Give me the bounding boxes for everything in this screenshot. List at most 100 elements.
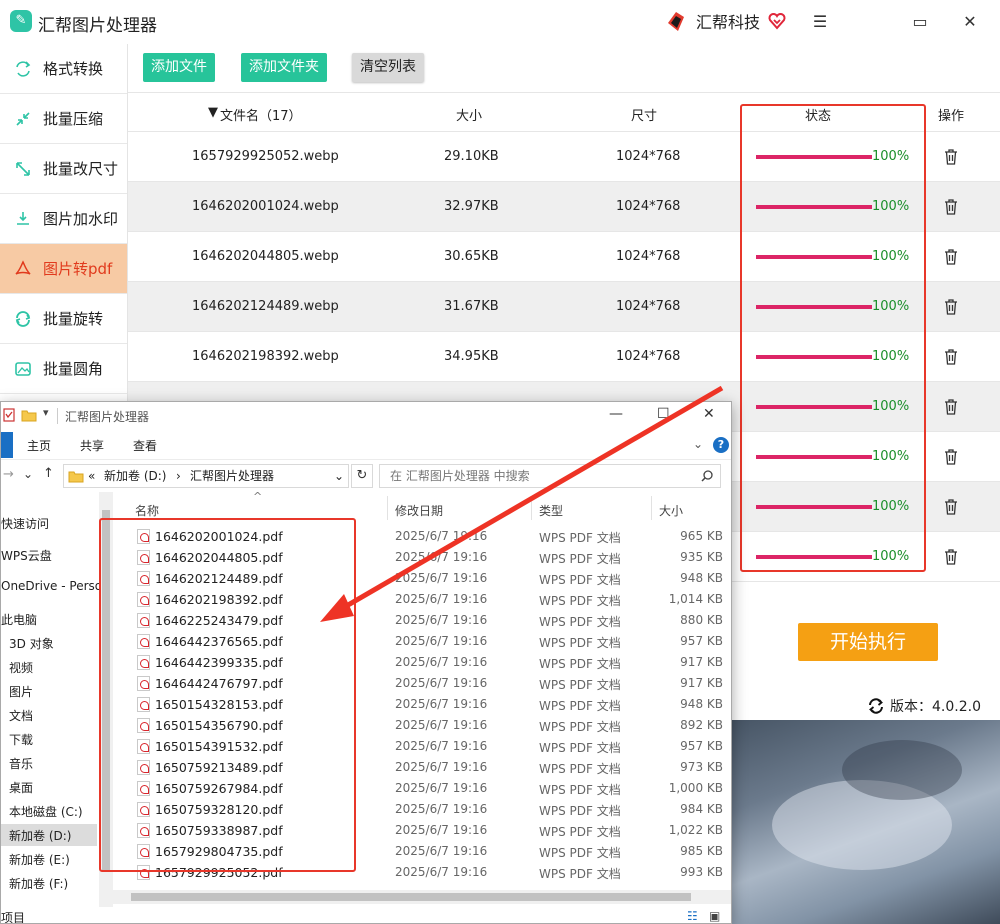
nav-item-quick-access[interactable]: 快速访问 (1, 515, 49, 532)
nav-item-drive-f[interactable]: 新加卷 (F:) (9, 875, 68, 892)
trash-icon[interactable] (944, 499, 958, 515)
breadcrumb-drive[interactable]: 新加卷 (D:) (104, 465, 166, 487)
minimize-icon[interactable]: — (609, 406, 623, 422)
file-dimensions: 1024*768 (616, 149, 681, 164)
tab-share[interactable]: 共享 (80, 437, 104, 454)
up-arrow-icon[interactable]: ↑ (43, 466, 54, 481)
brand-name: 汇帮科技 (696, 13, 761, 32)
trash-icon[interactable] (944, 549, 958, 565)
file-type: WPS PDF 文档 (539, 867, 621, 881)
sidebar-item-image-to-pdf[interactable]: 图片转pdf (0, 244, 127, 294)
nav-item-pictures[interactable]: 图片 (9, 683, 33, 700)
horizontal-scrollbar[interactable] (113, 890, 731, 904)
column-separator[interactable] (387, 496, 388, 520)
tab-view[interactable]: 查看 (133, 437, 157, 454)
back-arrow-icon[interactable]: → (3, 467, 14, 482)
trash-icon[interactable] (944, 399, 958, 415)
close-icon[interactable]: ✕ (703, 406, 715, 422)
breadcrumb-separator[interactable]: › (176, 465, 181, 487)
file-tab[interactable] (1, 432, 13, 458)
menu-icon[interactable]: ☰ (808, 10, 832, 34)
explorer-title-bar: ▾ 汇帮图片处理器 — ☐ ✕ (1, 402, 731, 430)
trash-icon[interactable] (944, 449, 958, 465)
file-size: 917 KB (680, 676, 723, 690)
chevron-down-icon[interactable]: ⌄ (693, 437, 703, 451)
close-icon[interactable]: ✕ (958, 10, 982, 34)
maximize-icon[interactable]: ▭ (908, 10, 932, 34)
address-dropdown-icon[interactable]: ⌄ (334, 465, 344, 487)
start-button[interactable]: 开始执行 (798, 623, 938, 661)
nav-item-documents[interactable]: 文档 (9, 707, 33, 724)
file-size: 917 KB (680, 655, 723, 669)
file-size: 31.67KB (444, 299, 499, 314)
sidebar-item-compress[interactable]: 批量压缩 (0, 94, 127, 144)
address-bar[interactable]: « 新加卷 (D:) › 汇帮图片处理器 ⌄ (63, 464, 349, 488)
sidebar-item-label: 批量圆角 (43, 360, 104, 378)
heart-icon[interactable] (768, 12, 786, 30)
nav-item-drive-c[interactable]: 本地磁盘 (C:) (9, 803, 83, 820)
help-icon[interactable]: ? (713, 437, 729, 453)
sidebar-item-format-convert[interactable]: 格式转换 (0, 44, 127, 94)
properties-icon[interactable] (3, 408, 15, 422)
file-type: WPS PDF 文档 (539, 657, 621, 671)
file-size: 957 KB (680, 739, 723, 753)
maximize-icon[interactable]: ☐ (657, 406, 670, 422)
column-header-name[interactable]: 文件名（17） (220, 105, 302, 124)
nav-item-onedrive[interactable]: OneDrive - Perso (1, 579, 102, 593)
column-header-size[interactable]: 大小 (659, 502, 683, 519)
add-file-button[interactable]: 添加文件 (143, 53, 215, 82)
quick-access-dropdown-icon[interactable]: ▾ (43, 406, 49, 419)
refresh-icon[interactable] (868, 698, 884, 714)
address-bar-row: → ⌄ ↑ « 新加卷 (D:) › 汇帮图片处理器 ⌄ ↻ 在 汇帮图片处理器… (1, 460, 731, 492)
large-icons-view-icon[interactable]: ▣ (709, 909, 720, 923)
sidebar-item-watermark[interactable]: 图片加水印 (0, 194, 127, 244)
trash-icon[interactable] (944, 349, 958, 365)
breadcrumb-folder[interactable]: 汇帮图片处理器 (190, 465, 274, 487)
search-icon[interactable] (701, 470, 713, 482)
file-size: 1,022 KB (668, 823, 723, 837)
sidebar-item-rotate[interactable]: 批量旋转 (0, 294, 127, 344)
nav-item-wps-cloud[interactable]: WPS云盘 (1, 547, 52, 564)
file-date: 2025/6/7 19:16 (395, 655, 488, 669)
file-size: 957 KB (680, 634, 723, 648)
nav-item-drive-e[interactable]: 新加卷 (E:) (9, 851, 70, 868)
sidebar-item-round-corner[interactable]: 批量圆角 (0, 344, 127, 394)
brand-logo-icon (668, 12, 684, 31)
file-date: 2025/6/7 19:16 (395, 613, 488, 627)
details-view-icon[interactable]: ☷ (687, 909, 698, 923)
breadcrumb-overflow[interactable]: « (88, 465, 95, 487)
trash-icon[interactable] (944, 149, 958, 165)
trash-icon[interactable] (944, 199, 958, 215)
recent-dropdown-icon[interactable]: ⌄ (23, 467, 33, 481)
nav-item-music[interactable]: 音乐 (9, 755, 33, 772)
trash-icon[interactable] (944, 299, 958, 315)
trash-icon[interactable] (944, 249, 958, 265)
column-header-name[interactable]: 名称 (135, 502, 159, 519)
file-type: WPS PDF 文档 (539, 804, 621, 818)
nav-item-desktop[interactable]: 桌面 (9, 779, 33, 796)
sort-down-icon[interactable]: ▼ (208, 105, 218, 120)
file-type: WPS PDF 文档 (539, 783, 621, 797)
nav-item-downloads[interactable]: 下载 (9, 731, 33, 748)
nav-item-drive-d[interactable]: 新加卷 (D:) (1, 824, 97, 846)
column-header-type[interactable]: 类型 (539, 502, 563, 519)
file-type: WPS PDF 文档 (539, 762, 621, 776)
nav-item-3d-objects[interactable]: 3D 对象 (9, 635, 54, 652)
refresh-icon[interactable]: ↻ (351, 464, 373, 488)
nav-item-videos[interactable]: 视频 (9, 659, 33, 676)
file-size: 1,000 KB (668, 781, 723, 795)
compress-icon (16, 111, 30, 126)
column-separator[interactable] (651, 496, 652, 520)
clear-list-button[interactable]: 清空列表 (352, 53, 424, 82)
sidebar-item-resize[interactable]: 批量改尺寸 (0, 144, 127, 194)
horizontal-scrollbar-thumb[interactable] (131, 893, 691, 901)
column-header-date[interactable]: 修改日期 (395, 502, 443, 519)
search-input[interactable]: 在 汇帮图片处理器 中搜索 (379, 464, 721, 488)
sidebar-item-label: 图片加水印 (43, 210, 119, 228)
column-separator[interactable] (531, 496, 532, 520)
tab-home[interactable]: 主页 (27, 437, 51, 454)
add-folder-button[interactable]: 添加文件夹 (241, 53, 327, 82)
column-header-dimensions: 尺寸 (631, 109, 658, 124)
file-size: 1,014 KB (668, 592, 723, 606)
nav-item-this-pc[interactable]: 此电脑 (1, 611, 37, 628)
